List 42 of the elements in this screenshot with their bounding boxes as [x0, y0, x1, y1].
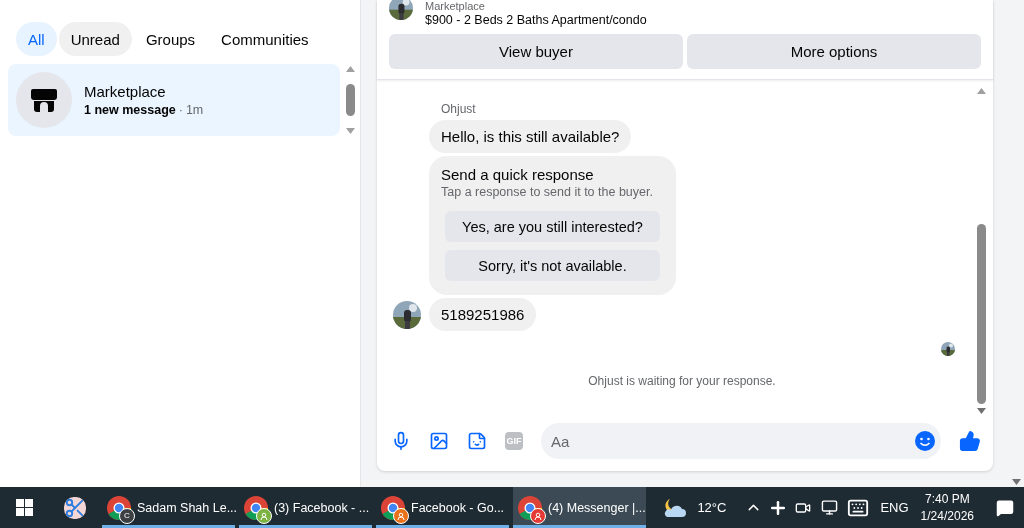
scroll-down-icon[interactable] [1012, 479, 1021, 485]
scrollbar-thumb[interactable] [976, 224, 986, 404]
sticker-icon[interactable] [467, 431, 487, 451]
quick-response-title: Send a quick response [441, 166, 594, 183]
chat-name: Marketplace [84, 83, 167, 100]
header-button[interactable]: More options [687, 34, 981, 69]
filter-tab[interactable]: Groups [133, 22, 208, 56]
taskbar-app[interactable]: (3) Facebook - ... [239, 487, 372, 528]
chat-preview: 1 new message [84, 103, 176, 117]
sender-name: Ohjust [441, 102, 477, 116]
windows-start-icon[interactable] [15, 499, 33, 516]
scroll-up-icon[interactable] [345, 66, 355, 72]
separator-dot: · [178, 103, 183, 117]
taskbar-app[interactable]: Facebook - Go... [376, 487, 509, 528]
listing-title: $900 - 2 Beds 2 Baths Apartment/condo [425, 12, 647, 28]
chat-time: 1m [185, 103, 204, 117]
quick-reply-button[interactable]: Yes, are you still interested? [445, 211, 660, 242]
emoji-icon[interactable] [914, 430, 936, 452]
scroll-down-icon[interactable] [976, 408, 986, 414]
filter-tab[interactable]: All [16, 22, 57, 56]
taskbar-app[interactable]: (4) Messenger |... [513, 487, 646, 528]
scroll-down-icon[interactable] [345, 128, 355, 134]
filter-tab[interactable]: Unread [58, 22, 132, 56]
image-icon[interactable] [429, 431, 449, 451]
filter-tab[interactable]: Communities [209, 22, 321, 56]
microphone-icon[interactable] [391, 431, 411, 451]
quick-reply-button[interactable]: Sorry, it's not available. [445, 250, 660, 281]
listing-category: Marketplace [425, 0, 486, 12]
message-bubble: 5189251986 [429, 298, 537, 331]
thumbs-up-icon[interactable] [959, 430, 981, 452]
header-button[interactable]: View buyer [389, 34, 683, 69]
taskbar-app[interactable]: C Sadam Shah Le... [102, 487, 235, 528]
language-indicator[interactable]: ENG [880, 500, 909, 515]
scrollbar-thumb[interactable] [345, 84, 355, 116]
status-notice: Ohjust is waiting for your response. [588, 374, 776, 388]
message-bubble: Hello, is this still available? [429, 120, 632, 153]
chat-item[interactable]: Marketplace 1 new message · 1m [8, 64, 340, 136]
clock[interactable]: 7:40 PM 1/24/2026 [908, 490, 986, 525]
temperature: 12°C [697, 500, 727, 515]
message-input[interactable]: Aa [541, 423, 941, 459]
quick-response-subtitle: Tap a response to send it to the buyer. [441, 185, 653, 199]
scroll-up-icon[interactable] [976, 88, 986, 94]
